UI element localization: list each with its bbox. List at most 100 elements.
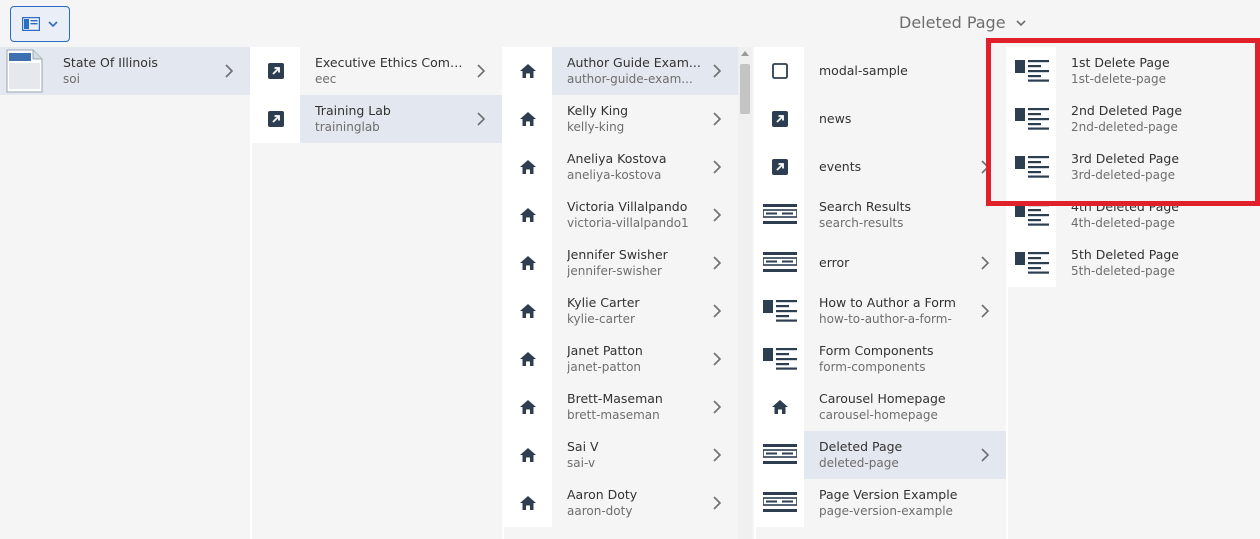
chevron-right-icon[interactable] <box>222 64 236 78</box>
chevron-right-icon[interactable] <box>710 352 724 366</box>
item-name: carousel-homepage <box>819 408 938 422</box>
item-title: Sai V <box>567 439 599 454</box>
list-item[interactable]: Search Results search-results <box>756 191 1006 239</box>
content-template-icon <box>1008 239 1056 287</box>
list-item[interactable]: Sai V sai-v <box>504 431 738 479</box>
list-item-info: Deleted Page deleted-page <box>804 431 1006 479</box>
chevron-right-icon[interactable] <box>710 208 724 222</box>
column-2: Executive Ethics Comm... eec Training La… <box>252 47 502 539</box>
list-item-info: Form Components form-components <box>804 335 1006 383</box>
list-item[interactable]: 5th Deleted Page 5th-deleted-page <box>1008 239 1260 287</box>
chevron-right-icon[interactable] <box>710 400 724 414</box>
item-title: Deleted Page <box>819 439 903 454</box>
item-name: author-guide-exam... <box>567 72 693 86</box>
search-template-icon <box>756 191 804 239</box>
item-title: Carousel Homepage <box>819 391 946 406</box>
home-icon <box>756 383 804 431</box>
list-item-info: error <box>804 239 1006 287</box>
item-title: Executive Ethics Comm... <box>315 55 468 70</box>
item-title: Brett-Maseman <box>567 391 663 406</box>
list-item[interactable]: Kylie Carter kylie-carter <box>504 287 738 335</box>
link-icon <box>756 143 804 191</box>
list-item-eec[interactable]: Executive Ethics Comm... eec <box>252 47 502 95</box>
list-item[interactable]: events <box>756 143 1006 191</box>
item-name: soi <box>63 72 80 86</box>
item-title: 5th Deleted Page <box>1071 247 1179 262</box>
list-item[interactable]: Jennifer Swisher jennifer-swisher <box>504 239 738 287</box>
scroll-up-arrow-icon[interactable] <box>741 51 749 56</box>
item-title: Training Lab <box>315 103 391 118</box>
chevron-right-icon[interactable] <box>710 256 724 270</box>
item-title: error <box>819 255 850 270</box>
list-item[interactable]: Aneliya Kostova aneliya-kostova <box>504 143 738 191</box>
item-title: Victoria Villalpando <box>567 199 688 214</box>
chevron-right-icon[interactable] <box>978 256 992 270</box>
page-title: Deleted Page <box>899 13 1006 32</box>
list-item-info: Search Results search-results <box>804 191 1006 239</box>
list-item[interactable]: Author Guide Exam... author-guide-exam... <box>504 47 738 95</box>
chevron-right-icon[interactable] <box>710 64 724 78</box>
breadcrumb-title-dropdown[interactable]: Deleted Page <box>899 13 1026 32</box>
item-title: Janet Patton <box>567 343 643 358</box>
list-item[interactable]: Deleted Page deleted-page <box>756 431 1006 479</box>
list-item[interactable]: Janet Patton janet-patton <box>504 335 738 383</box>
list-item[interactable]: Carousel Homepage carousel-homepage <box>756 383 1006 431</box>
rail-toggle-button[interactable] <box>10 6 70 42</box>
item-name: brett-maseman <box>567 408 660 422</box>
item-title: Author Guide Exam... <box>567 55 701 70</box>
search-template-icon <box>756 431 804 479</box>
item-name: page-version-example <box>819 504 953 518</box>
item-name: form-components <box>819 360 926 374</box>
item-name: deleted-page <box>819 456 899 470</box>
column-3-scrollbar[interactable] <box>738 47 752 539</box>
list-item-info: Page Version Example page-version-example <box>804 479 1006 527</box>
list-item-info: State Of Illinois soi <box>48 47 250 95</box>
chevron-right-icon[interactable] <box>710 448 724 462</box>
list-item-info: news <box>804 95 1006 143</box>
item-name: how-to-author-a-form- <box>819 312 952 326</box>
sidebar-layout-icon <box>22 17 40 31</box>
list-item[interactable]: news <box>756 95 1006 143</box>
search-template-icon <box>756 479 804 527</box>
column-1: State Of Illinois soi <box>0 47 250 539</box>
list-item-state-of-illinois[interactable]: State Of Illinois soi <box>0 47 250 95</box>
chevron-right-icon[interactable] <box>710 112 724 126</box>
list-item[interactable]: Kelly King kelly-king <box>504 95 738 143</box>
list-item[interactable]: modal-sample <box>756 47 1006 95</box>
scrollbar-thumb[interactable] <box>740 64 750 114</box>
home-icon <box>504 239 552 287</box>
home-icon <box>504 191 552 239</box>
item-title: Aneliya Kostova <box>567 151 667 166</box>
list-item[interactable]: Brett-Maseman brett-maseman <box>504 383 738 431</box>
list-item[interactable]: Victoria Villalpando victoria-villalpando… <box>504 191 738 239</box>
item-title: Aaron Doty <box>567 487 638 502</box>
list-item[interactable]: error <box>756 239 1006 287</box>
list-item[interactable]: Page Version Example page-version-example <box>756 479 1006 527</box>
item-name: sai-v <box>567 456 596 470</box>
chevron-right-icon[interactable] <box>710 160 724 174</box>
chevron-right-icon[interactable] <box>978 448 992 462</box>
chevron-right-icon[interactable] <box>474 64 488 78</box>
item-title: How to Author a Form <box>819 295 956 310</box>
home-icon <box>504 431 552 479</box>
content-template-icon <box>756 335 804 383</box>
list-item[interactable]: Aaron Doty aaron-doty <box>504 479 738 527</box>
list-item-traininglab[interactable]: Training Lab traininglab <box>252 95 502 143</box>
content-template-icon <box>756 287 804 335</box>
item-name: victoria-villalpando1 <box>567 216 689 230</box>
list-item[interactable]: How to Author a Form how-to-author-a-form… <box>756 287 1006 335</box>
chevron-right-icon[interactable] <box>710 304 724 318</box>
item-name: kylie-carter <box>567 312 635 326</box>
list-item-info: events <box>804 143 1006 191</box>
link-icon <box>756 95 804 143</box>
chevron-down-icon <box>48 21 58 27</box>
chevron-right-icon[interactable] <box>710 496 724 510</box>
list-item[interactable]: Form Components form-components <box>756 335 1006 383</box>
item-name: jennifer-swisher <box>567 264 662 278</box>
chevron-right-icon[interactable] <box>978 304 992 318</box>
item-name: 4th-deleted-page <box>1071 216 1175 230</box>
chevron-right-icon[interactable] <box>474 112 488 126</box>
home-icon <box>504 479 552 527</box>
list-item-info: Executive Ethics Comm... eec <box>300 47 502 95</box>
item-title: State Of Illinois <box>63 55 158 70</box>
